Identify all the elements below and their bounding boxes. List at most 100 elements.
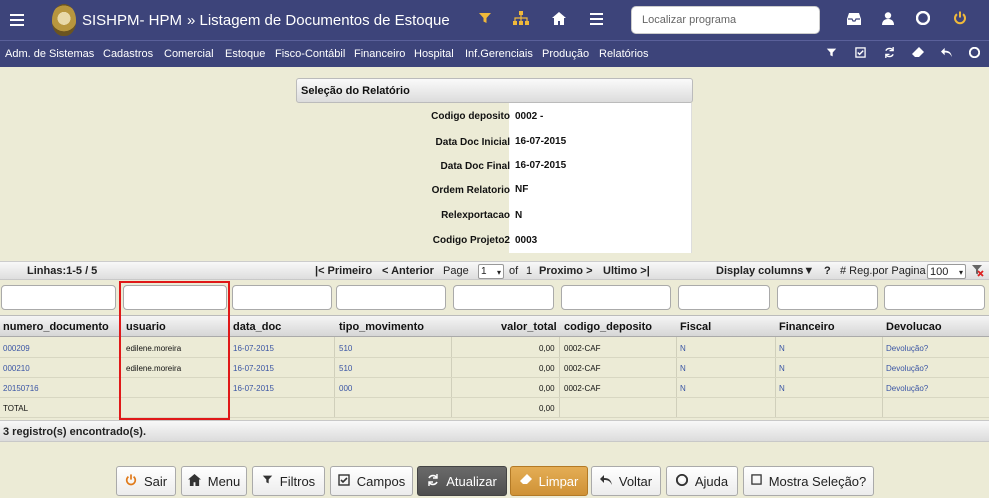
lines-count: Linhas:1-5 / 5 xyxy=(27,265,98,277)
refresh-icon xyxy=(427,473,439,489)
column-header-devolucao[interactable]: Devolucao xyxy=(886,321,942,333)
limpar-button[interactable]: Limpar xyxy=(510,466,588,496)
filter-valor-total-input[interactable] xyxy=(453,285,554,310)
checkbox-icon[interactable] xyxy=(852,46,868,62)
cell-numero-documento[interactable]: 000210 xyxy=(3,364,30,373)
menu-fisco-contabil[interactable]: Fisco-Contábil xyxy=(275,48,345,60)
cell-devolucao-link[interactable]: Devolução? xyxy=(886,364,928,373)
filter-devolucao-input[interactable] xyxy=(884,285,985,310)
column-header-tipo-movimento[interactable]: tipo_movimento xyxy=(339,321,424,333)
limpar-label: Limpar xyxy=(538,473,579,489)
param-label: Codigo deposito xyxy=(431,111,510,122)
cell-fiscal[interactable]: N xyxy=(680,384,686,393)
sair-button[interactable]: Sair xyxy=(116,466,176,496)
home-icon[interactable] xyxy=(550,11,568,29)
param-value: 0003 xyxy=(515,235,538,246)
voltar-button[interactable]: Voltar xyxy=(591,466,661,496)
support-icon[interactable] xyxy=(914,10,932,29)
cell-valor-total: 0,00 xyxy=(539,364,555,373)
cell-data-doc[interactable]: 16-07-2015 xyxy=(233,384,274,393)
column-header-numero-documento[interactable]: numero_documento xyxy=(3,321,109,333)
column-header-fiscal[interactable]: Fiscal xyxy=(680,321,711,333)
previous-page-link[interactable]: < Anterior xyxy=(382,265,434,277)
inbox-icon[interactable] xyxy=(845,11,863,29)
total-pages: 1 xyxy=(526,265,533,277)
cell-financeiro[interactable]: N xyxy=(779,344,785,353)
brand-logo xyxy=(52,4,76,36)
ajuda-label: Ajuda xyxy=(694,473,729,489)
display-columns-menu[interactable]: Display columns▼ xyxy=(716,265,814,277)
eraser-icon[interactable] xyxy=(910,46,926,62)
cell-valor-total: 0,00 xyxy=(539,344,555,353)
column-header-codigo-deposito[interactable]: codigo_deposito xyxy=(564,321,652,333)
power-icon[interactable] xyxy=(951,11,969,29)
first-page-link[interactable]: |< Primeiro xyxy=(315,265,372,277)
filter-codigo-deposito-input[interactable] xyxy=(561,285,671,310)
filtros-label: Filtros xyxy=(279,473,316,489)
ajuda-button[interactable]: Ajuda xyxy=(666,466,738,496)
filter-numero-documento-input[interactable] xyxy=(1,285,116,310)
page-label: Page xyxy=(443,265,469,277)
cell-data-doc[interactable]: 16-07-2015 xyxy=(233,364,274,373)
refresh-icon[interactable] xyxy=(881,46,897,62)
menu-estoque[interactable]: Estoque xyxy=(225,48,265,60)
total-value: 0,00 xyxy=(539,404,555,413)
param-value: 16-07-2015 xyxy=(515,136,567,147)
next-page-link[interactable]: Proximo > xyxy=(539,265,593,277)
cell-tipo-movimento[interactable]: 000 xyxy=(339,384,352,393)
cell-financeiro[interactable]: N xyxy=(779,384,785,393)
user-icon[interactable] xyxy=(879,11,897,29)
menu-adm-sistemas[interactable]: Adm. de Sistemas xyxy=(5,48,94,60)
help-link[interactable]: ? xyxy=(824,265,831,277)
cell-tipo-movimento[interactable]: 510 xyxy=(339,364,352,373)
filter-icon[interactable] xyxy=(476,11,494,29)
report-selection-header: Seleção do Relatório xyxy=(296,78,693,103)
list-menu-icon[interactable] xyxy=(587,11,605,29)
cell-tipo-movimento[interactable]: 510 xyxy=(339,344,352,353)
campos-button[interactable]: Campos xyxy=(330,466,413,496)
column-header-data-doc[interactable]: data_doc xyxy=(233,321,281,333)
cell-financeiro[interactable]: N xyxy=(779,364,785,373)
search-program-input[interactable] xyxy=(631,6,820,34)
menu-cadastros[interactable]: Cadastros xyxy=(103,48,153,60)
menu-relatorios[interactable]: Relatórios xyxy=(599,48,649,60)
main-menu-icon[interactable] xyxy=(10,11,24,29)
param-label: Data Doc Final xyxy=(440,161,510,172)
cell-numero-documento[interactable]: 000209 xyxy=(3,344,30,353)
menu-financeiro[interactable]: Financeiro xyxy=(354,48,405,60)
pagination-bar: Linhas:1-5 / 5 |< Primeiro < Anterior Pa… xyxy=(0,261,989,280)
filter-tipo-movimento-input[interactable] xyxy=(336,285,446,310)
cell-devolucao-link[interactable]: Devolução? xyxy=(886,344,928,353)
highlight-box xyxy=(119,281,230,420)
menu-inf-gerenciais[interactable]: Inf.Gerenciais xyxy=(465,48,533,60)
cell-numero-documento[interactable]: 20150716 xyxy=(3,384,39,393)
report-selection-values-box xyxy=(509,103,692,253)
hierarchy-icon[interactable] xyxy=(512,11,530,29)
filter-data-doc-input[interactable] xyxy=(232,285,332,310)
cell-fiscal[interactable]: N xyxy=(680,344,686,353)
records-per-page-select[interactable]: 100 ▾ xyxy=(927,264,966,279)
mostra-selecao-button[interactable]: Mostra Seleção? xyxy=(743,466,874,496)
last-page-link[interactable]: Ultimo >| xyxy=(603,265,650,277)
support-icon[interactable] xyxy=(966,46,982,62)
menu-button[interactable]: Menu xyxy=(181,466,247,496)
filter-financeiro-input[interactable] xyxy=(777,285,878,310)
atualizar-label: Atualizar xyxy=(446,473,497,489)
menu-comercial[interactable]: Comercial xyxy=(164,48,214,60)
voltar-label: Voltar xyxy=(618,473,653,489)
cell-fiscal[interactable]: N xyxy=(680,364,686,373)
menu-hospital[interactable]: Hospital xyxy=(414,48,454,60)
filter-fiscal-input[interactable] xyxy=(678,285,770,310)
page-select[interactable]: 1 ▾ xyxy=(478,264,504,279)
cell-data-doc[interactable]: 16-07-2015 xyxy=(233,344,274,353)
column-header-valor-total[interactable]: valor_total xyxy=(501,321,557,333)
filter-icon[interactable] xyxy=(823,46,839,62)
clear-filters-icon[interactable] xyxy=(971,264,984,280)
menu-producao[interactable]: Produção xyxy=(542,48,589,60)
cell-devolucao-link[interactable]: Devolução? xyxy=(886,384,928,393)
column-header-financeiro[interactable]: Financeiro xyxy=(779,321,835,333)
filtros-button[interactable]: Filtros xyxy=(252,466,325,496)
atualizar-button[interactable]: Atualizar xyxy=(417,466,507,496)
param-value: 0002 - xyxy=(515,111,544,122)
undo-icon[interactable] xyxy=(938,46,954,62)
